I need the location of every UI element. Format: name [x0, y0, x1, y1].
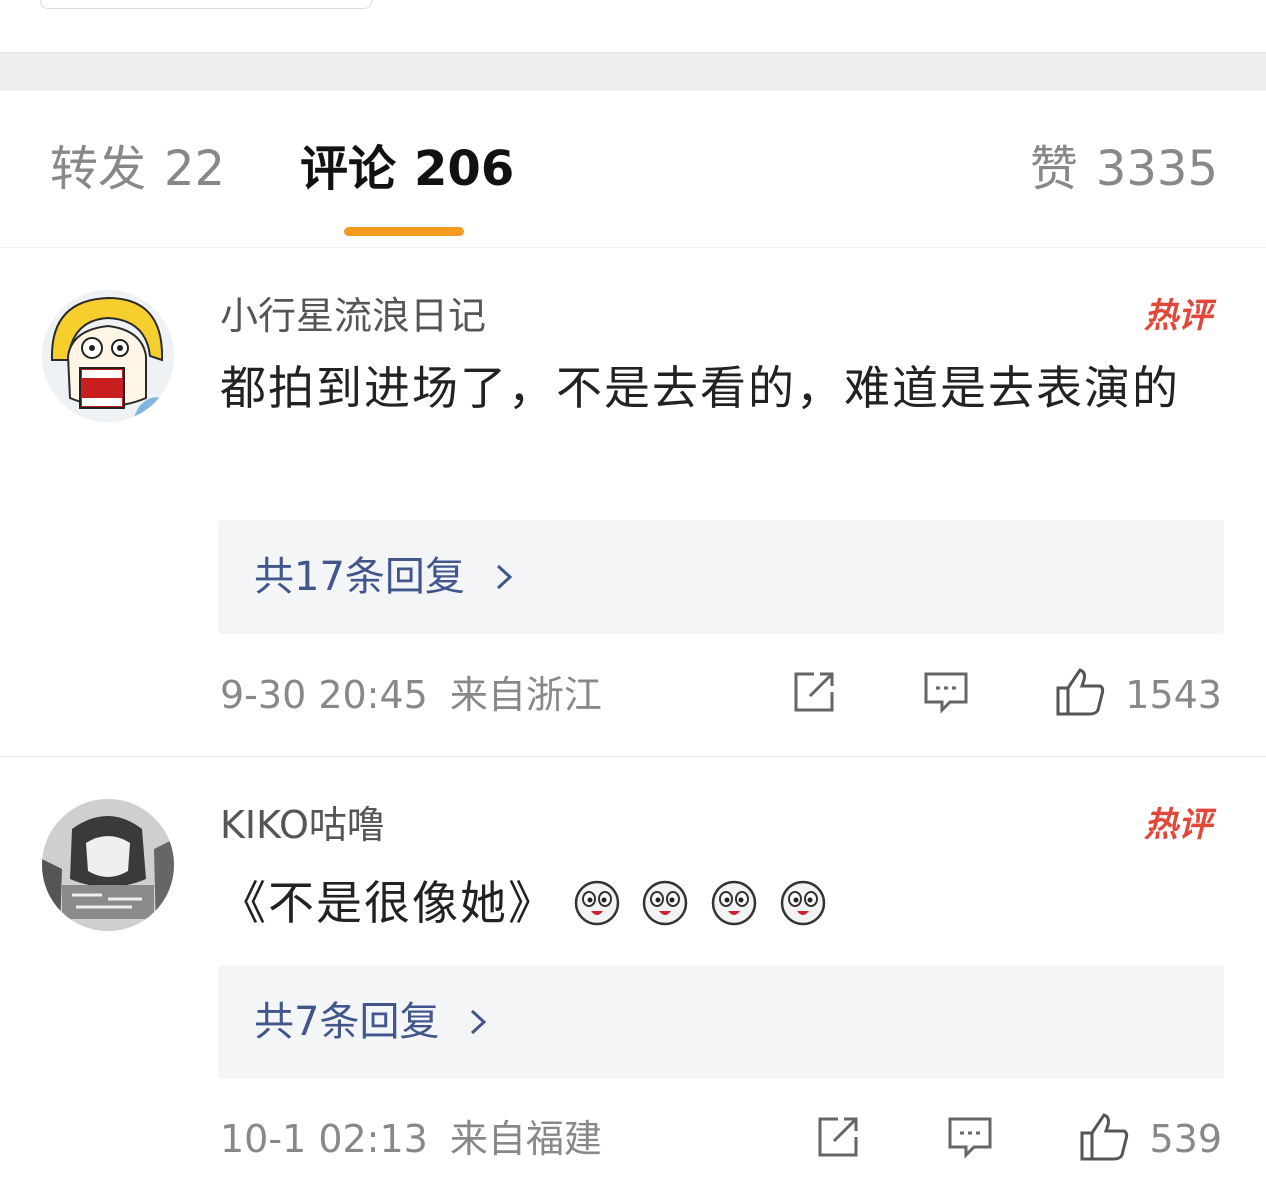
- tab-repost-label: 转发: [50, 141, 147, 197]
- tab-comments[interactable]: 评论 206: [300, 139, 514, 199]
- like-icon[interactable]: [1078, 1111, 1130, 1163]
- ghost-emoji-icon: [643, 880, 688, 926]
- hot-comment-badge: 热评: [1144, 805, 1212, 845]
- comment-icon[interactable]: [944, 1111, 996, 1163]
- comment-text: 《不是很像她》: [220, 865, 1220, 941]
- comment-item: 小行星流浪日记 热评 都拍到进场了，不是去看的，难道是去表演的 共17条回复 9…: [0, 248, 1266, 757]
- ghost-emoji-icon: [711, 880, 757, 926]
- avatar[interactable]: [42, 290, 174, 422]
- tab-likes-label: 赞: [1029, 141, 1078, 197]
- tab-likes-count: 3335: [1095, 141, 1218, 197]
- share-icon[interactable]: [812, 1111, 864, 1163]
- post-card-edge: [40, 0, 372, 9]
- comment-time: 10-1 02:13: [220, 1117, 428, 1161]
- replies-count-text: 共17条回复: [254, 554, 465, 600]
- ghost-emoji-icon: [574, 880, 619, 926]
- comment-username[interactable]: KIKO咕噜: [220, 801, 385, 849]
- tab-likes[interactable]: 赞 3335: [1030, 139, 1218, 199]
- comment-meta: 9-30 20:45 来自浙江: [220, 670, 602, 720]
- chevron-right-icon: [471, 1009, 487, 1035]
- tab-repost-count: 22: [164, 141, 226, 197]
- comment-time: 9-30 20:45: [220, 673, 428, 717]
- comment-meta: 10-1 02:13 来自福建: [220, 1114, 602, 1164]
- like-icon[interactable]: [1054, 666, 1106, 718]
- interaction-tabs: 转发 22 评论 206 赞 3335: [0, 91, 1266, 248]
- comment-username[interactable]: 小行星流浪日记: [220, 292, 486, 340]
- share-icon[interactable]: [788, 666, 840, 718]
- top-bar: [0, 0, 1266, 53]
- section-divider: [0, 53, 1266, 91]
- replies-label: 共7条回复: [254, 995, 492, 1049]
- replies-button[interactable]: 共7条回复: [218, 965, 1224, 1079]
- comment-text-body: 《不是很像她》: [220, 876, 556, 930]
- hot-comment-badge: 热评: [1144, 296, 1212, 336]
- comment-icon[interactable]: [920, 666, 972, 718]
- tab-comments-count: 206: [414, 141, 515, 197]
- chevron-right-icon: [496, 564, 512, 590]
- emoji-group: [573, 876, 831, 930]
- tab-repost[interactable]: 转发 22: [50, 139, 225, 199]
- ghost-emoji-icon: [780, 880, 825, 926]
- tab-comments-label: 评论: [300, 141, 397, 197]
- replies-count-text: 共7条回复: [254, 999, 440, 1045]
- replies-button[interactable]: 共17条回复: [218, 520, 1224, 634]
- comment-item: KIKO咕噜 热评 《不是很像她》 共7条回复 10-1 02:13 来自福建 5…: [0, 757, 1266, 1184]
- avatar[interactable]: [42, 799, 174, 931]
- comment-text: 都拍到进场了，不是去看的，难道是去表演的: [220, 361, 1180, 415]
- replies-label: 共17条回复: [254, 550, 518, 604]
- comment-location: 来自浙江: [449, 673, 602, 717]
- like-count: 539: [1149, 1117, 1222, 1161]
- like-count: 1543: [1125, 673, 1222, 717]
- active-tab-indicator: [344, 227, 464, 236]
- comment-location: 来自福建: [449, 1117, 602, 1161]
